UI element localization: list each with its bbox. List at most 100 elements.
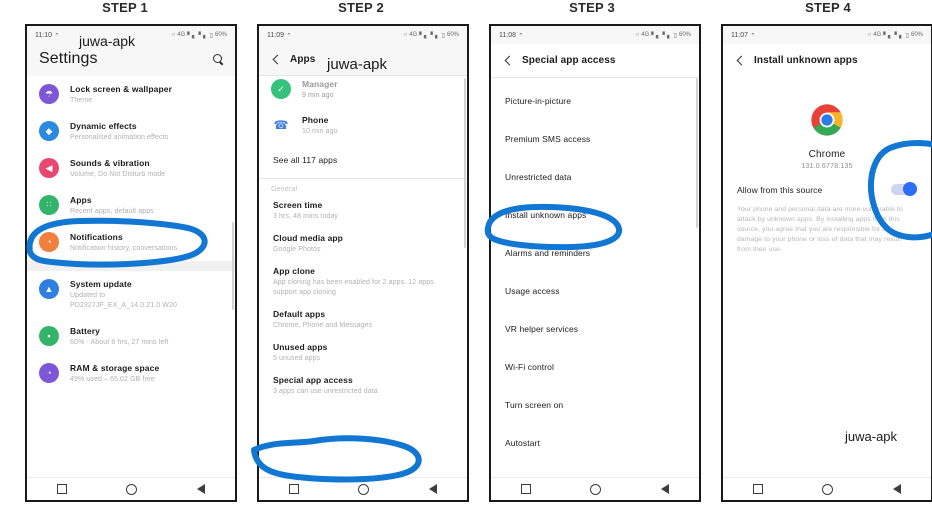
phone-panel-step2: 11:09 ◓ ○ 4G ▘▖ ▘▖ ▯ 60% Apps ✓ Manager … [257,24,469,502]
status-bar-4: 11:07 ◓ ○ 4G ▘▖ ▘▖ ▯ 60% [723,26,931,44]
row-title: Battery [70,326,100,336]
settings-row-cloud-media-app[interactable]: Cloud media app Google Photos [259,227,467,260]
apps-icon: ∷ [39,195,59,215]
settings-row-app-clone[interactable]: App clone App cloning has been enabled f… [259,260,467,303]
page-title: Apps [290,54,316,65]
back-triangle-icon[interactable] [661,484,670,494]
phone-app-icon: ☎ [273,118,289,132]
list-item-turn-screen-on[interactable]: Turn screen on [491,386,699,424]
back-triangle-icon[interactable] [429,484,438,494]
battery-level: 60% [678,32,691,38]
lock-screen-icon: ☂ [39,84,59,104]
cast-icon: ◓ [751,32,755,38]
settings-row-default-apps[interactable]: Default apps Chrome, Phone and Messages [259,303,467,336]
wifi-icon: ○ [635,32,640,38]
unknown-apps-warning-text: Your phone and personal data are more vu… [737,206,903,253]
allow-from-this-source-row[interactable]: Allow from this source [723,170,931,196]
recents-square-icon[interactable] [520,484,531,494]
settings-row-ram-storage[interactable]: ◔ RAM & storage space 49% used – 65.02 G… [27,355,235,392]
row-subtitle: 60% - About 8 hrs, 27 mins left [70,339,169,346]
settings-list: ☂ Lock screen & wallpaper Theme ◆ Dynami… [27,76,235,488]
settings-row-special-app-access[interactable]: Special app access 3 apps can use unrest… [259,369,467,402]
signal-bars-icon: ▘▖ [419,32,429,39]
home-circle-icon[interactable] [126,483,138,495]
recents-square-icon[interactable] [288,484,299,494]
settings-row-apps[interactable]: ∷ Apps Recent apps, default apps [27,187,235,224]
scrollbar[interactable] [696,78,698,228]
step-label-2: STEP 2 [338,0,384,15]
list-item-usage-access[interactable]: Usage access [491,272,699,310]
status-bar-3: 11:08 ◓ ○ 4G ▘▖ ▘▖ ▯ 60% [491,26,699,44]
manager-app-icon: ✓ [271,79,291,99]
phone-screen-1: 11:10 ◓ ○ 4G ▘▖ ▘▖ ▯ 60% Settings ☂ Lock… [27,26,235,500]
list-item-picture-in-picture[interactable]: Picture-in-picture [491,78,699,120]
see-all-apps-link[interactable]: See all 117 apps [259,144,467,178]
list-item-alarms-and-reminders[interactable]: Alarms and reminders [491,234,699,272]
back-chevron-icon[interactable] [271,55,281,65]
battery-level: 60% [446,32,459,38]
scrollbar[interactable] [464,78,466,248]
home-circle-icon[interactable] [590,483,602,495]
back-triangle-icon[interactable] [893,484,902,494]
watermark-panel2: juwa-apk [327,56,388,73]
row-title: Manager [302,79,338,89]
chrome-icon [810,103,844,142]
phone-screen-4: 11:07 ◓ ○ 4G ▘▖ ▘▖ ▯ 60% Install unknown… [723,26,931,500]
wifi-icon: ○ [867,32,872,38]
phone-panel-step3: 11:08 ◓ ○ 4G ▘▖ ▘▖ ▯ 60% Special app acc… [489,24,701,502]
allow-from-this-source-toggle[interactable] [891,182,917,196]
system-update-icon: ▲ [39,279,59,299]
status-icons: ○ 4G ▘▖ ▘▖ ▯ 60% [172,32,227,39]
signal-bars-icon-2: ▘▖ [430,32,440,39]
row-title: Lock screen & wallpaper [70,84,172,94]
battery-level: 60% [910,32,923,38]
phone-screen-3: 11:08 ◓ ○ 4G ▘▖ ▘▖ ▯ 60% Special app acc… [491,26,699,500]
row-subtitle: Google Photos [273,246,321,253]
list-item-install-unknown-apps[interactable]: Install unknown apps [491,196,699,234]
home-circle-icon[interactable] [358,483,370,495]
settings-row-screen-time[interactable]: Screen time 3 hrs, 48 mins today [259,194,467,227]
settings-row-battery[interactable]: ▪ Battery 60% - About 8 hrs, 27 mins lef… [27,318,235,355]
settings-row-system-update[interactable]: ▲ System update Updated to PD2327JF_EX_A… [27,271,235,318]
back-chevron-icon[interactable] [735,56,745,66]
network-label: 4G [409,32,418,38]
row-title: Unused apps [273,342,328,352]
home-circle-icon[interactable] [822,483,834,495]
row-subtitle: Updated to PD2327JF_EX_A_14.0.21.0 W20 [70,292,177,309]
step-label-1: STEP 1 [102,0,148,15]
settings-row-lock-screen[interactable]: ☂ Lock screen & wallpaper Theme [27,76,235,113]
back-chevron-icon[interactable] [503,56,513,66]
scrollbar[interactable] [232,222,234,310]
back-triangle-icon[interactable] [197,484,206,494]
network-label: 4G [873,32,882,38]
search-icon[interactable] [212,53,225,66]
settings-row-unused-apps[interactable]: Unused apps 5 unused apps [259,336,467,369]
wifi-icon: ○ [171,32,176,38]
list-item-unrestricted-data[interactable]: Unrestricted data [491,158,699,196]
row-subtitle: 5 unused apps [273,355,321,362]
phone-screen-2: 11:09 ◓ ○ 4G ▘▖ ▘▖ ▯ 60% Apps ✓ Manager … [259,26,467,500]
row-subtitle: Chrome, Phone and Messages [273,322,373,329]
list-item-wifi-control[interactable]: Wi-Fi control [491,348,699,386]
list-item-vr-helper-services[interactable]: VR helper services [491,310,699,348]
settings-row-sounds-vibration[interactable]: ◀ Sounds & vibration Volume, Do Not Dist… [27,150,235,187]
row-subtitle: 3 apps can use unrestricted data [273,388,378,395]
battery-icon: ▯ [441,32,445,39]
battery-icon: ▯ [673,32,677,39]
list-item-premium-sms-access[interactable]: Premium SMS access [491,120,699,158]
app-row-phone[interactable]: ☎ Phone 10 min ago [259,107,467,144]
row-title: Cloud media app [273,233,343,243]
row-title: App clone [273,266,315,276]
recents-square-icon[interactable] [752,484,763,494]
settings-row-notifications[interactable]: ◔ Notifications Notification history, co… [27,224,235,261]
settings-row-dynamic-effects[interactable]: ◆ Dynamic effects Personalised animation… [27,113,235,150]
app-row-manager[interactable]: ✓ Manager 9 min ago [259,76,467,107]
navigation-bar-4 [723,477,931,500]
list-item-autostart[interactable]: Autostart [491,424,699,462]
row-title: Special app access [273,375,353,385]
status-time: 11:07 [731,31,748,39]
signal-bars-icon: ▘▖ [883,32,893,39]
signal-bars-icon-2: ▘▖ [662,32,672,39]
recents-square-icon[interactable] [56,484,67,494]
phone-panel-step1: 11:10 ◓ ○ 4G ▘▖ ▘▖ ▯ 60% Settings ☂ Lock… [25,24,237,502]
